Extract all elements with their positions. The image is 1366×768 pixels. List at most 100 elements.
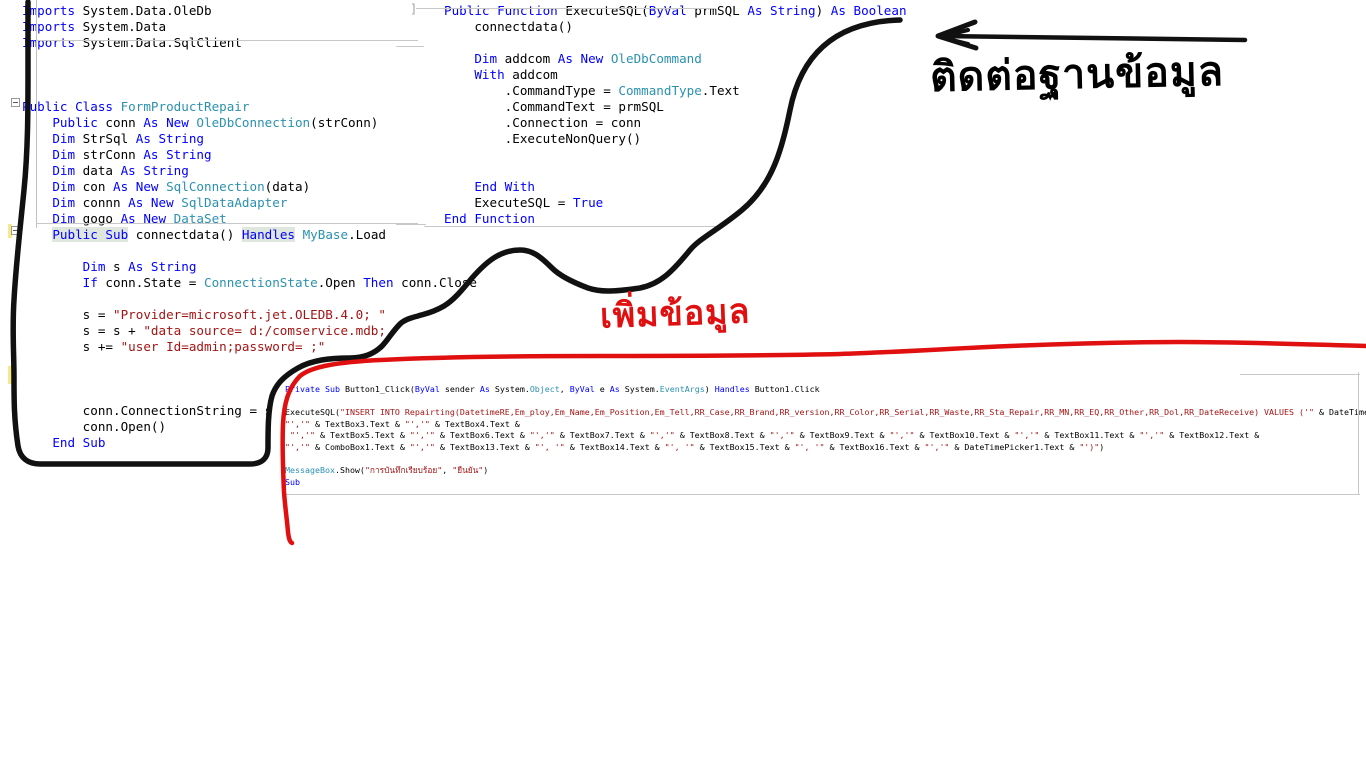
code-token: & TextBox11.Text &: [1039, 430, 1140, 441]
code-token: System.: [624, 384, 660, 394]
code-token: "','": [404, 418, 430, 429]
code-separator-line-top-left-1: [36, 40, 418, 41]
code-token: As Boolean: [830, 3, 907, 18]
code-token: & TextBox16.Text &: [824, 441, 925, 452]
code-line: If conn.State = ConnectionState.Open The…: [22, 275, 477, 291]
code-token: connectdata(): [128, 227, 242, 242]
collapsed-region-bracket-icon: ]: [410, 2, 418, 16]
code-token: ExecuteSQL(: [285, 407, 340, 418]
code-line: "','" & TextBox3.Text & "','" & TextBox4…: [285, 419, 1366, 431]
code-line: .ExecuteNonQuery(): [444, 131, 907, 147]
code-pane-imports-class[interactable]: Imports System.Data.OleDb Imports System.…: [0, 0, 477, 450]
code-token: OleDbConnection: [196, 115, 311, 130]
code-token: Button1_Click(: [344, 384, 415, 394]
code-token: "', '": [534, 441, 565, 452]
code-token: ): [483, 465, 489, 476]
code-token: .Connection = conn: [444, 115, 642, 130]
code-text-top-right[interactable]: Public Function ExecuteSQL(ByVal prmSQL …: [444, 3, 907, 227]
code-pane-button-click[interactable]: Private Sub Button1_Click(ByVal sender A…: [280, 382, 1366, 495]
code-token: ExecuteSQL(: [565, 3, 649, 18]
code-token: Button1.Click: [754, 384, 820, 394]
code-line: Public Class FormProductRepair: [22, 99, 477, 115]
code-token: & TextBox5.Text &: [314, 430, 410, 441]
code-token: System.: [494, 384, 530, 394]
code-token: "','": [285, 441, 310, 452]
handwriting-text-connect-database: ติดต่อฐานข้อมูล: [929, 46, 1225, 102]
code-token: Handles: [714, 384, 755, 394]
code-token: .CommandType =: [444, 83, 619, 98]
code-token: As: [479, 384, 495, 394]
code-token: Private Sub: [285, 384, 345, 394]
code-token: "','": [1014, 430, 1040, 441]
code-token: conn.ConnectionString = s: [22, 403, 273, 418]
code-token: s: [113, 259, 129, 274]
code-token: ,: [442, 465, 453, 476]
code-token: As String: [143, 147, 212, 162]
code-line: s = s + "data source= d:/comservice.mdb;…: [22, 323, 477, 339]
collapse-toggle-sub[interactable]: [11, 226, 20, 235]
code-token: "')": [1079, 441, 1100, 452]
code-token: (data): [264, 179, 311, 194]
code-pane-executesql[interactable]: Public Function ExecuteSQL(ByVal prmSQL …: [420, 0, 907, 230]
code-token: e: [599, 384, 610, 394]
code-token: System.Data: [82, 19, 167, 34]
pane-bottom-bottom-border: [282, 494, 1360, 495]
code-line: Dim StrSql As String: [22, 131, 477, 147]
code-text-bottom[interactable]: Private Sub Button1_Click(ByVal sender A…: [285, 384, 1366, 488]
code-line: s = "Provider=microsoft.jet.OLEDB.4.0; ": [22, 307, 477, 323]
code-token: & TextBox12.Text &: [1164, 430, 1260, 441]
code-line: ExecuteSQL("INSERT INTO Repairting(Datet…: [285, 407, 1366, 419]
code-line: Sub: [285, 477, 1366, 489]
code-token: EventArgs: [659, 384, 705, 394]
code-line: MessageBox.Show("การบันทึกเรียบร้อย", "ย…: [285, 465, 1366, 477]
screenshot-stage: Imports System.Data.OleDb Imports System.…: [0, 0, 1366, 768]
code-line: Public conn As New OleDbConnection(strCo…: [22, 115, 477, 131]
code-token: .ExecuteNonQuery(): [444, 131, 642, 146]
code-line: End Function: [444, 211, 907, 227]
code-token: FormProductRepair: [120, 99, 250, 114]
code-token: SqlConnection: [166, 179, 265, 194]
code-token: End Sub: [22, 435, 106, 450]
code-token: connectdata(): [444, 19, 573, 34]
code-separator-line-top-right-3: [396, 224, 426, 225]
code-line: Public Function ExecuteSQL(ByVal prmSQL …: [444, 3, 907, 19]
collapse-toggle-class[interactable]: [11, 98, 20, 107]
code-token: "','": [649, 430, 675, 441]
code-token: conn.State =: [105, 275, 204, 290]
code-token: As String: [128, 259, 197, 274]
code-token: & TextBox6.Text &: [434, 430, 530, 441]
code-separator-line-top-left-2: [36, 223, 418, 224]
code-token: & TextBox4.Text &: [429, 418, 520, 429]
code-token: "', '": [794, 441, 825, 452]
code-token: prmSQL: [694, 3, 748, 18]
code-token: End Function: [444, 211, 535, 226]
code-token: & ComboBox1.Text &: [309, 441, 410, 452]
code-token: Handles: [241, 227, 295, 242]
change-indicator-bar-2: [8, 366, 12, 384]
code-token: System.Data.OleDb: [82, 3, 212, 18]
code-token: "data source= d:/comservice.mdb; ": [143, 323, 402, 338]
code-token: "','": [285, 430, 315, 441]
editor-margin-rule-left: [36, 0, 37, 228]
code-token: Imports: [22, 19, 83, 34]
code-token: conn: [105, 115, 144, 130]
code-line: With addcom: [444, 67, 907, 83]
code-token: ConnectionState: [203, 275, 318, 290]
code-token: "การบันทึกเรียบร้อย": [364, 465, 443, 476]
code-token: OleDbCommand: [610, 51, 702, 66]
code-token: ): [704, 384, 715, 394]
code-line: End With: [444, 179, 907, 195]
code-line: Imports System.Data.OleDb: [22, 3, 477, 19]
code-token: & TextBox8.Text &: [674, 430, 770, 441]
code-token: If: [22, 275, 106, 290]
code-token: "','": [924, 441, 950, 452]
code-token: "','": [1139, 430, 1165, 441]
code-token: conn.Open(): [22, 419, 167, 434]
code-token: Public Function: [444, 3, 566, 18]
code-line: Dim strConn As String: [22, 147, 477, 163]
